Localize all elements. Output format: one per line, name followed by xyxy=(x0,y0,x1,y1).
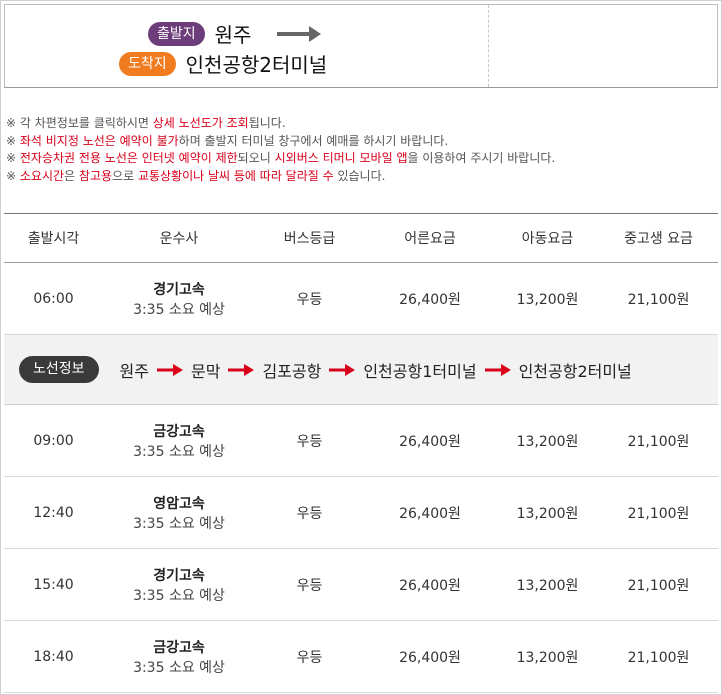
carrier-name: 경기고속 xyxy=(153,281,205,298)
red-arrow-icon xyxy=(156,363,183,376)
carrier-name: 금강고속 xyxy=(153,639,205,656)
header-divider xyxy=(488,5,489,87)
carrier-cell: 금강고속 3:35 소요 예상 xyxy=(103,421,255,461)
duration-text: 3:35 소요 예상 xyxy=(133,587,225,604)
notice-line: ※ 소요시간은 참고용으로 교통상황이나 날씨 등에 따라 달라질 수 있습니다… xyxy=(6,168,712,186)
adult-fare: 26,400원 xyxy=(399,577,461,594)
child-fare: 13,200원 xyxy=(516,577,579,594)
student-fare: 21,100원 xyxy=(627,505,690,522)
departure-time: 09:00 xyxy=(33,432,74,449)
bus-grade: 우등 xyxy=(296,649,323,666)
departure-time: 06:00 xyxy=(33,290,74,307)
route-stop: 문막 xyxy=(190,361,221,381)
carrier-cell: 금강고속 3:35 소요 예상 xyxy=(103,637,255,677)
bus-grade: 우등 xyxy=(296,577,323,594)
column-header: 출발시각 xyxy=(27,231,80,247)
red-arrow-icon xyxy=(484,363,511,376)
notice-list: ※ 각 차편정보를 클릭하시면 상세 노선도가 조회됩니다. ※ 좌석 비지정 노… xyxy=(6,115,712,185)
notice-highlight: 전자승차권 전용 노선은 인터넷 예약이 제한 xyxy=(19,151,238,165)
notice-highlight: 좌석 비지정 노선은 예약이 불가 xyxy=(19,133,179,148)
departure-badge: 출발지 xyxy=(148,21,205,46)
right-arrow-icon xyxy=(277,25,322,42)
route-info-bar: 노선정보 원주 문막 김포공항 인천공항1터미널 인천공항2터미널 xyxy=(4,335,718,405)
column-header: 아동요금 xyxy=(521,231,574,247)
carrier-name: 영암고속 xyxy=(153,495,205,512)
notice-text: ※ 각 차편정보를 클릭하시면 xyxy=(6,116,153,130)
notice-text: ※ xyxy=(6,168,20,183)
route-stop: 김포공항 xyxy=(262,361,322,381)
column-header: 버스등급 xyxy=(283,231,336,247)
table-header: 출발시각 운수사 버스등급 어른요금 아동요금 중고생 요금 xyxy=(4,214,718,263)
red-arrow-icon xyxy=(329,363,356,376)
departure-time: 15:40 xyxy=(33,576,74,593)
departure-row: 출발지 원주 xyxy=(148,19,322,48)
table-row[interactable]: 12:40 영암고속 3:35 소요 예상 우등 26,400원 13,200원 21,10… xyxy=(4,477,718,549)
child-fare: 13,200원 xyxy=(516,649,579,666)
notice-line: ※ 전자승차권 전용 노선은 인터넷 예약이 제한되오니 시외버스 티머니 모바… xyxy=(6,150,712,168)
notice-highlight: 시외버스 티머니 모바일 앱 xyxy=(274,151,408,165)
table-body: 06:00 경기고속 3:35 소요 예상 우등 26,400원 13,200원 21,10… xyxy=(4,263,718,693)
table-row[interactable]: 09:00 금강고속 3:35 소요 예상 우등 26,400원 13,200원 21,10… xyxy=(4,405,718,477)
carrier-cell: 경기고속 3:35 소요 예상 xyxy=(103,279,255,319)
bus-grade: 우등 xyxy=(296,433,323,450)
arrival-place: 인천공항2터미널 xyxy=(185,53,328,77)
column-header: 어른요금 xyxy=(404,231,456,247)
notice-highlight: 참고용 xyxy=(78,168,113,183)
bus-grade: 우등 xyxy=(296,291,323,308)
route-stop: 원주 xyxy=(119,361,149,381)
notice-text: 하며 출발지 터미널 창구에서 예매를 하시기 바랍니다. xyxy=(178,133,449,148)
duration-text: 3:35 소요 예상 xyxy=(133,301,225,318)
departure-time: 12:40 xyxy=(33,504,74,521)
duration-text: 3:35 소요 예상 xyxy=(133,515,225,532)
departure-place: 원주 xyxy=(214,23,252,47)
arrival-row: 도착지 인천공항2터미널 xyxy=(119,49,327,78)
table-row[interactable]: 18:40 금강고속 3:35 소요 예상 우등 26,400원 13,200원 21,10… xyxy=(4,621,718,693)
student-fare: 21,100원 xyxy=(627,433,690,450)
column-header: 중고생 요금 xyxy=(624,231,693,247)
route-info-label: 노선정보 xyxy=(19,356,99,383)
adult-fare: 26,400원 xyxy=(399,291,461,308)
table-row[interactable]: 06:00 경기고속 3:35 소요 예상 우등 26,400원 13,200원 21,10… xyxy=(4,263,718,335)
student-fare: 21,100원 xyxy=(627,291,690,308)
adult-fare: 26,400원 xyxy=(399,649,461,666)
carrier-cell: 영암고속 3:35 소요 예상 xyxy=(103,493,255,533)
child-fare: 13,200원 xyxy=(516,433,579,450)
route-stops: 원주 문막 김포공항 인천공항1터미널 인천공항2터미널 xyxy=(120,358,632,382)
route-stop: 인천공항2터미널 xyxy=(518,361,632,381)
table-row[interactable]: 15:40 경기고속 3:35 소요 예상 우등 26,400원 13,200원 21,10… xyxy=(4,549,718,621)
notice-text: 있습니다. xyxy=(333,168,386,183)
notice-text: 됩니다. xyxy=(248,116,286,130)
bus-grade: 우등 xyxy=(296,505,323,522)
notice-text: ※ xyxy=(6,151,20,165)
carrier-cell: 경기고속 3:35 소요 예상 xyxy=(103,565,255,605)
notice-highlight: 소요시간 xyxy=(19,168,65,183)
arrival-badge: 도착지 xyxy=(119,51,176,76)
notice-text: 을 이용하여 주시기 바랍니다. xyxy=(407,151,556,165)
notice-text: ※ xyxy=(6,133,20,148)
departure-time: 18:40 xyxy=(33,648,74,665)
schedule-table: 출발시각 운수사 버스등급 어른요금 아동요금 중고생 요금 06:00 경기고속 3:35 … xyxy=(4,213,718,693)
adult-fare: 26,400원 xyxy=(399,433,461,450)
student-fare: 21,100원 xyxy=(627,577,690,594)
notice-highlight: 상세 노선도가 조회 xyxy=(152,116,249,130)
column-header: 운수사 xyxy=(159,231,199,247)
notice-line: ※ 좌석 비지정 노선은 예약이 불가하며 출발지 터미널 창구에서 예매를 하… xyxy=(6,133,712,151)
notice-highlight: 교통상황이나 날씨 등에 따라 달라질 수 xyxy=(137,168,334,183)
notice-text: 으로 xyxy=(112,168,138,183)
red-arrow-icon xyxy=(228,363,255,376)
notice-text: 되오니 xyxy=(237,151,275,165)
duration-text: 3:35 소요 예상 xyxy=(133,443,225,460)
adult-fare: 26,400원 xyxy=(399,505,461,522)
duration-text: 3:35 소요 예상 xyxy=(133,659,225,676)
child-fare: 13,200원 xyxy=(516,291,579,308)
student-fare: 21,100원 xyxy=(627,649,690,666)
carrier-name: 금강고속 xyxy=(153,423,205,440)
notice-line: ※ 각 차편정보를 클릭하시면 상세 노선도가 조회됩니다. xyxy=(6,115,712,133)
child-fare: 13,200원 xyxy=(516,505,579,522)
route-stop: 인천공항1터미널 xyxy=(363,361,477,381)
route-header: 출발지 원주 도착지 인천공항2터미널 xyxy=(4,4,718,88)
notice-text: 은 xyxy=(64,168,79,183)
carrier-name: 경기고속 xyxy=(153,567,205,584)
